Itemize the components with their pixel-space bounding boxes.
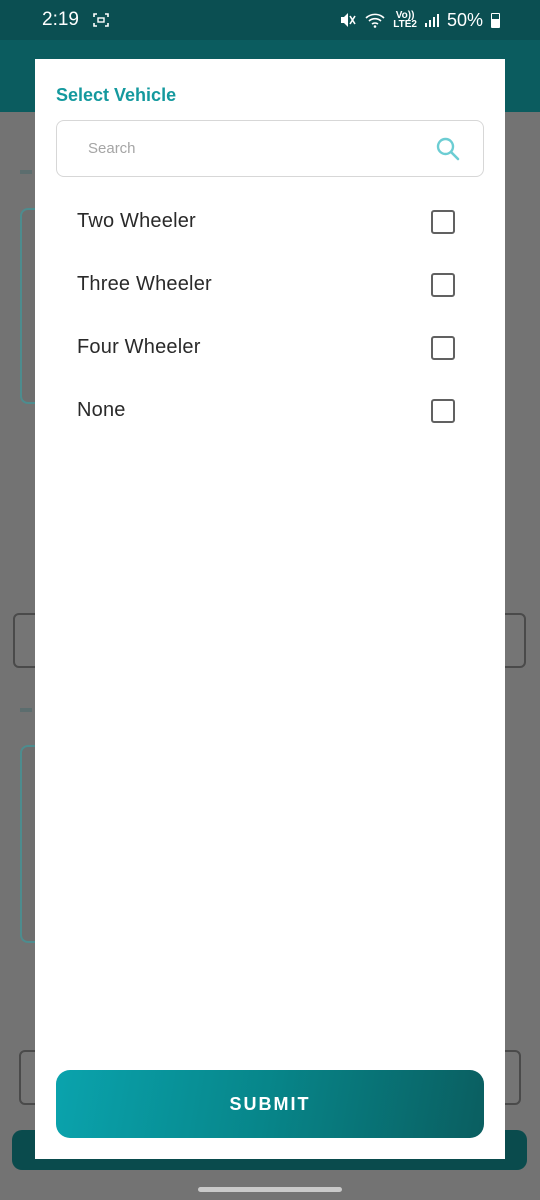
network-label: Vo)) LTE2 [393, 11, 417, 30]
option-label: Four Wheeler [77, 336, 201, 358]
background-section-marker [20, 170, 32, 174]
vehicle-option-list: Two Wheeler Three Wheeler Four Wheeler N… [35, 190, 505, 442]
dialog-title: Select Vehicle [56, 85, 177, 105]
status-bar: 2:19 Vo)) LTE2 50% [0, 0, 540, 40]
search-input[interactable] [88, 140, 435, 157]
option-two-wheeler[interactable]: Two Wheeler [35, 190, 505, 253]
search-box[interactable] [56, 120, 484, 177]
option-label: None [77, 399, 126, 421]
wifi-icon [365, 12, 385, 28]
checkbox-none[interactable] [431, 398, 455, 423]
background-section-marker-2 [20, 708, 32, 712]
select-vehicle-dialog: Select Vehicle Two Wheeler Three Wheeler… [35, 59, 505, 1159]
status-time: 2:19 [42, 9, 79, 30]
checkbox-two-wheeler[interactable] [431, 209, 455, 234]
home-indicator[interactable] [198, 1187, 342, 1192]
mute-icon [339, 12, 357, 28]
battery-percent: 50% [446, 9, 483, 30]
checkbox-four-wheeler[interactable] [431, 335, 455, 360]
battery-icon [491, 12, 500, 28]
signal-icon [424, 13, 439, 27]
lte-label: LTE2 [393, 19, 417, 30]
checkbox-three-wheeler[interactable] [431, 272, 455, 297]
status-right: Vo)) LTE2 50% [339, 10, 500, 31]
option-none[interactable]: None [35, 379, 505, 442]
screenshot-icon [93, 13, 109, 27]
option-four-wheeler[interactable]: Four Wheeler [35, 316, 505, 379]
option-label: Three Wheeler [77, 273, 212, 295]
option-label: Two Wheeler [77, 210, 196, 232]
search-icon[interactable] [435, 136, 461, 162]
status-left: 2:19 [42, 9, 109, 31]
option-three-wheeler[interactable]: Three Wheeler [35, 253, 505, 316]
submit-button[interactable]: SUBMIT [56, 1070, 484, 1138]
